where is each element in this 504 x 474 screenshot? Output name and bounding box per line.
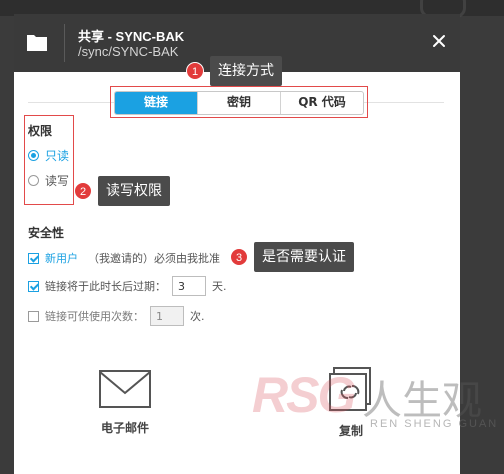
dialog-subtitle: /sync/SYNC-BAK — [78, 44, 179, 59]
share-method-tabs: 链接 密钥 QR 代码 — [114, 91, 364, 115]
callout-3: 3 是否需要认证 — [230, 242, 354, 272]
callout-1: 1 连接方式 — [186, 56, 282, 86]
header-divider — [64, 24, 65, 62]
share-email-label: 电子邮件 — [100, 421, 149, 435]
callout-3-tooltip: 是否需要认证 — [254, 242, 354, 272]
share-email-button[interactable]: 电子邮件 — [98, 369, 152, 436]
tab-link[interactable]: 链接 — [115, 92, 197, 114]
callout-2-badge: 2 — [74, 182, 92, 200]
share-copy-button[interactable]: 复制 — [328, 366, 374, 439]
link-expiry-checkbox[interactable] — [28, 280, 39, 292]
callout-2: 2 读写权限 — [74, 176, 170, 206]
callout-1-badge: 1 — [186, 62, 204, 80]
new-user-approval-row: 新用户 （我邀请的）必须由我批准 — [28, 250, 220, 266]
radio-read-only-button[interactable] — [28, 150, 39, 161]
tab-qr-code[interactable]: QR 代码 — [280, 92, 363, 114]
radio-read-write-label: 读写 — [45, 174, 70, 188]
link-expiry-days-input[interactable] — [172, 276, 206, 296]
share-copy-label: 复制 — [338, 424, 363, 438]
close-icon[interactable] — [432, 34, 446, 48]
new-user-approval-label: （我邀请的）必须由我批准 — [88, 252, 220, 265]
radio-read-write-button[interactable] — [28, 175, 39, 186]
link-expiry-label: 链接将于此时长后过期： — [45, 280, 166, 293]
callout-2-tooltip: 读写权限 — [98, 176, 170, 206]
tab-key[interactable]: 密钥 — [197, 92, 280, 114]
dialog-title: 共享 - SYNC-BAK — [78, 29, 185, 44]
copy-icon — [329, 367, 371, 411]
callout-1-tooltip: 连接方式 — [210, 56, 282, 86]
link-expiry-unit: 天. — [212, 280, 227, 293]
permissions-heading: 权限 — [28, 124, 53, 138]
new-user-approval-checkbox[interactable] — [28, 252, 39, 264]
link-usage-count-input[interactable] — [150, 306, 184, 326]
radio-read-only[interactable]: 只读 — [28, 147, 69, 164]
link-expiry-row: 链接将于此时长后过期： 天. — [28, 276, 227, 296]
link-usage-row: 链接可供使用次数： 次. — [28, 306, 205, 326]
link-usage-unit: 次. — [190, 310, 205, 323]
security-heading: 安全性 — [28, 226, 65, 240]
link-usage-checkbox[interactable] — [28, 310, 39, 322]
folder-icon — [27, 35, 47, 51]
link-usage-label: 链接可供使用次数： — [45, 310, 144, 323]
email-icon — [99, 370, 151, 408]
radio-read-only-label: 只读 — [45, 149, 70, 163]
callout-3-badge: 3 — [230, 248, 248, 266]
new-user-label: 新用户 — [45, 252, 78, 265]
radio-read-write[interactable]: 读写 — [28, 172, 69, 189]
